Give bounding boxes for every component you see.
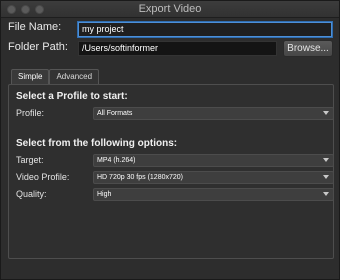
video-profile-select[interactable]: HD 720p 30 fps (1280x720) — [93, 171, 334, 184]
profile-select-value: All Formats — [97, 110, 133, 117]
target-select[interactable]: MP4 (h.264) — [93, 154, 334, 167]
title-bar: Export Video — [1, 1, 339, 18]
file-name-label: File Name: — [8, 21, 62, 33]
window-title: Export Video — [138, 3, 202, 15]
target-label: Target: — [16, 155, 44, 165]
quality-label: Quality: — [16, 189, 47, 199]
simple-tab-panel: Select a Profile to start: Profile: All … — [8, 84, 334, 259]
quality-select[interactable]: High — [93, 188, 334, 201]
profile-label: Profile: — [16, 108, 45, 118]
tab-simple[interactable]: Simple — [11, 69, 50, 85]
file-name-input[interactable]: my project — [78, 22, 332, 37]
profile-section-heading: Select a Profile to start: — [16, 91, 128, 102]
target-select-value: MP4 (h.264) — [97, 157, 136, 164]
options-section-heading: Select from the following options: — [16, 138, 178, 149]
quality-select-value: High — [97, 191, 112, 198]
profile-select[interactable]: All Formats — [93, 107, 334, 120]
tab-bar: Simple Advanced — [11, 69, 100, 85]
export-video-dialog: Export Video File Name: my project Folde… — [0, 0, 340, 280]
folder-path-input[interactable]: /Users/softinformer — [78, 41, 277, 56]
folder-path-label: Folder Path: — [8, 41, 68, 53]
dropdown-caret-icon — [323, 192, 329, 196]
dropdown-caret-icon — [323, 175, 329, 179]
dropdown-caret-icon — [323, 111, 329, 115]
dropdown-caret-icon — [323, 158, 329, 162]
video-profile-select-value: HD 720p 30 fps (1280x720) — [97, 174, 183, 181]
video-profile-label: Video Profile: — [16, 172, 70, 182]
tab-advanced[interactable]: Advanced — [49, 69, 100, 85]
browse-button[interactable]: Browse... — [283, 40, 333, 57]
